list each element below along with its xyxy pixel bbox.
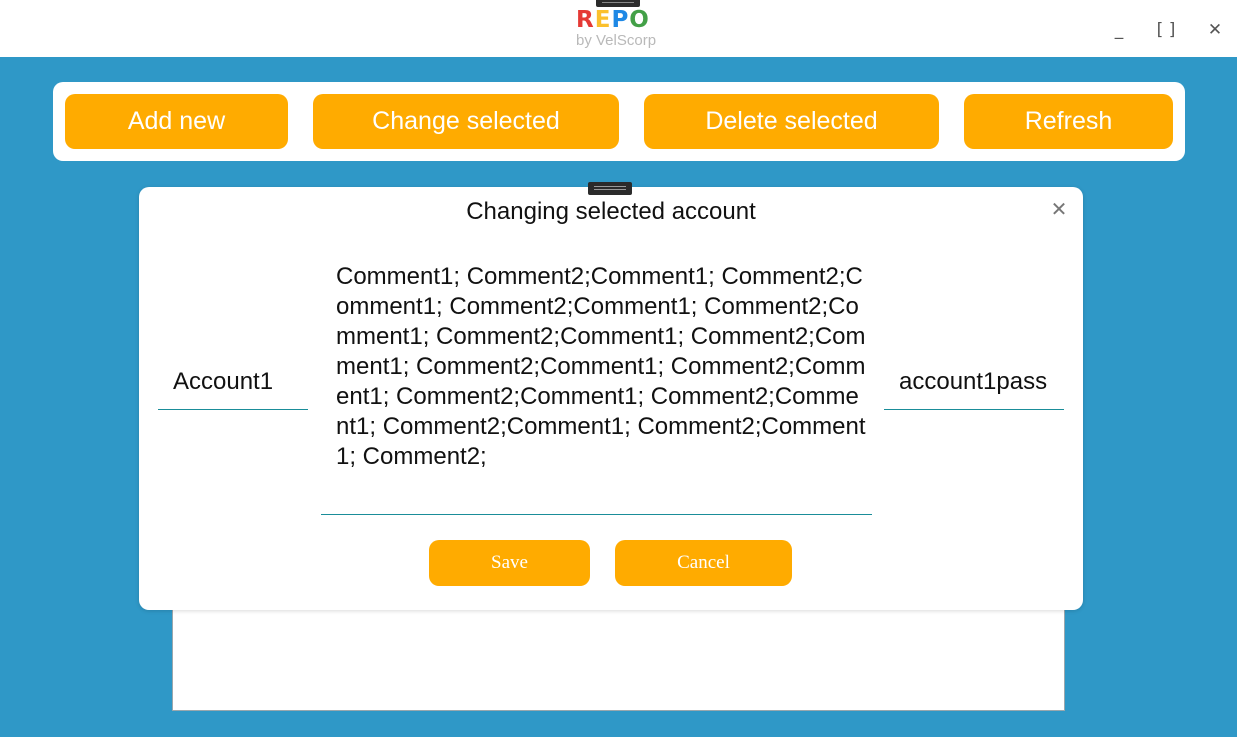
add-new-button[interactable]: Add new bbox=[65, 94, 288, 149]
app-logo: REPO by VelScorp bbox=[576, 8, 666, 52]
close-window-icon[interactable]: ✕ bbox=[1204, 18, 1226, 42]
delete-selected-button[interactable]: Delete selected bbox=[644, 94, 939, 149]
password-underline bbox=[884, 409, 1064, 410]
password-field[interactable]: account1pass bbox=[899, 367, 1047, 397]
logo-letter: R bbox=[576, 7, 595, 33]
refresh-button[interactable]: Refresh bbox=[964, 94, 1173, 149]
dialog-title: Changing selected account bbox=[466, 198, 756, 225]
cancel-button[interactable]: Cancel bbox=[615, 540, 792, 586]
dialog-drag-handle[interactable] bbox=[588, 182, 632, 195]
accounts-list-panel[interactable] bbox=[172, 600, 1065, 711]
logo-letter: O bbox=[629, 7, 650, 33]
dialog-close-icon[interactable]: ✕ bbox=[1048, 198, 1070, 220]
logo-letter: P bbox=[611, 7, 630, 33]
title-bar: REPO by VelScorp _ [ ] ✕ bbox=[0, 0, 1237, 57]
save-button[interactable]: Save bbox=[429, 540, 590, 586]
change-selected-button[interactable]: Change selected bbox=[313, 94, 619, 149]
minimize-icon[interactable]: _ bbox=[1110, 18, 1128, 42]
account-name-field[interactable]: Account1 bbox=[173, 367, 273, 397]
account-name-underline bbox=[158, 409, 308, 410]
logo-subtitle: by VelScorp bbox=[576, 32, 657, 49]
comment-underline bbox=[321, 514, 872, 515]
maximize-icon[interactable]: [ ] bbox=[1152, 18, 1180, 42]
logo-text: REPO bbox=[576, 8, 666, 32]
window-drag-handle[interactable] bbox=[596, 0, 640, 7]
logo-letter: E bbox=[594, 7, 612, 33]
comment-field[interactable]: Comment1; Comment2;Comment1; Comment2;Co… bbox=[336, 262, 866, 472]
